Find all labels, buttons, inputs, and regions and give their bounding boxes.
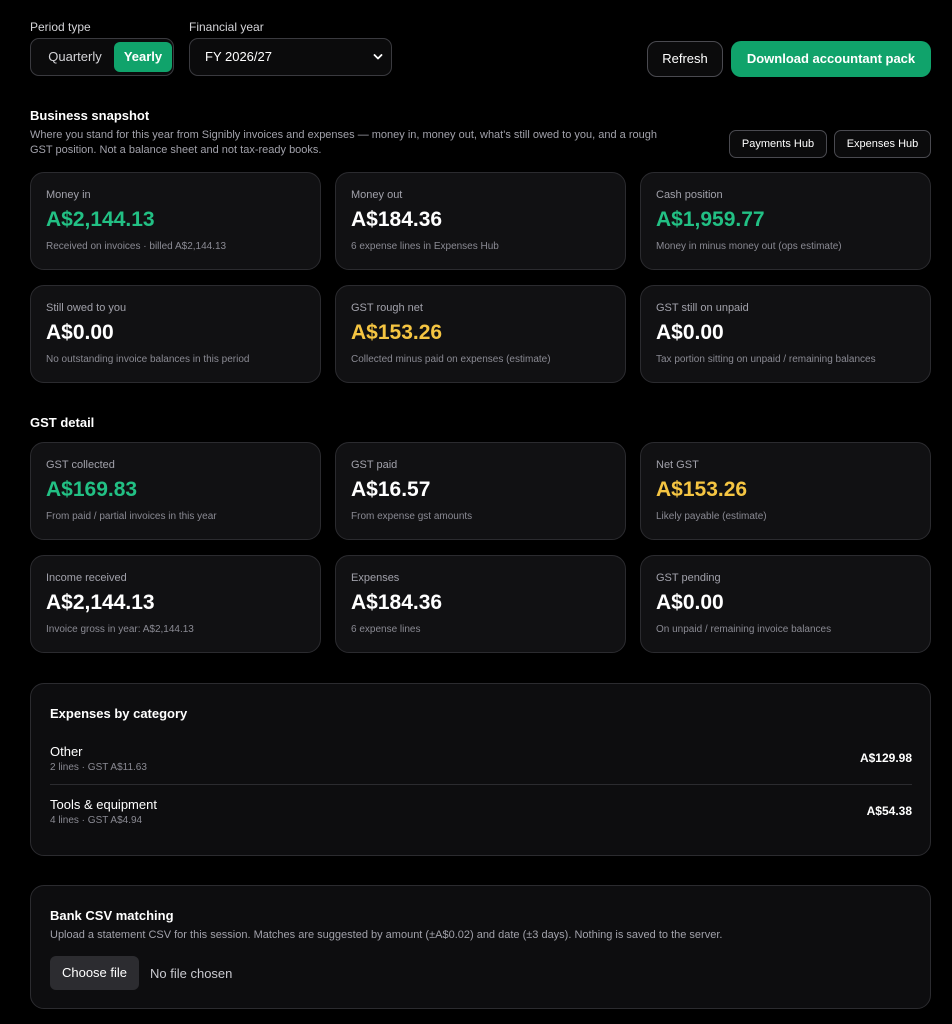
- stat-subtext: Money in minus money out (ops estimate): [656, 241, 842, 252]
- stat-label: Expenses: [351, 572, 400, 584]
- expense-category-row: Tools & equipment 4 lines · GST A$4.94 A…: [50, 797, 912, 837]
- stat-value: A$0.00: [656, 591, 724, 614]
- stat-card-gst-pending: GST pending A$0.00 On unpaid / remaining…: [640, 555, 931, 653]
- stat-value: A$153.26: [656, 478, 748, 501]
- quarterly-option[interactable]: Quarterly: [35, 42, 115, 72]
- stat-value: A$169.83: [46, 478, 138, 501]
- category-amount: A$129.98: [859, 751, 912, 765]
- stat-subtext: No outstanding invoice balances in this …: [46, 354, 250, 365]
- expense-category-row: Other 2 lines · GST A$11.63 A$129.98: [50, 744, 912, 784]
- stat-card-expenses: Expenses A$184.36 6 expense lines: [335, 555, 626, 653]
- stat-card-net-gst: Net GST A$153.26 Likely payable (estimat…: [640, 442, 931, 540]
- business-snapshot-title: Business snapshot: [30, 108, 150, 123]
- stat-subtext: Tax portion sitting on unpaid / remainin…: [656, 354, 876, 365]
- period-type-toggle: Quarterly Yearly: [30, 38, 174, 76]
- financial-year-label: Financial year: [189, 20, 264, 34]
- category-meta: 4 lines · GST A$4.94: [50, 815, 143, 826]
- expenses-hub-button[interactable]: Expenses Hub: [834, 130, 931, 158]
- stat-value: A$0.00: [656, 321, 724, 344]
- stat-card-gst-unpaid: GST still on unpaid A$0.00 Tax portion s…: [640, 285, 931, 383]
- bank-csv-panel: Bank CSV matching Upload a statement CSV…: [30, 885, 931, 1009]
- stat-label: Money out: [351, 189, 403, 201]
- stat-value: A$2,144.13: [46, 591, 155, 614]
- stat-value: A$0.00: [46, 321, 114, 344]
- stat-label: GST rough net: [351, 302, 423, 314]
- file-status: No file chosen: [150, 966, 233, 981]
- expenses-by-category-panel: Expenses by category Other 2 lines · GST…: [30, 683, 931, 856]
- category-name: Other: [50, 744, 83, 759]
- category-meta: 2 lines · GST A$11.63: [50, 762, 147, 773]
- stat-card-gst-collected: GST collected A$169.83 From paid / parti…: [30, 442, 321, 540]
- stat-subtext: On unpaid / remaining invoice balances: [656, 624, 832, 635]
- stat-card-gst-paid: GST paid A$16.57 From expense gst amount…: [335, 442, 626, 540]
- stat-label: GST collected: [46, 459, 115, 471]
- expenses-by-category-title: Expenses by category: [50, 706, 188, 721]
- stat-subtext: From paid / partial invoices in this yea…: [46, 511, 217, 522]
- download-accountant-pack-button[interactable]: Download accountant pack: [731, 41, 931, 77]
- stat-card-cash-position: Cash position A$1,959.77 Money in minus …: [640, 172, 931, 270]
- financial-year-select[interactable]: FY 2026/27: [189, 38, 392, 76]
- stat-value: A$184.36: [351, 208, 443, 231]
- stat-value: A$1,959.77: [656, 208, 765, 231]
- stat-card-money-out: Money out A$184.36 6 expense lines in Ex…: [335, 172, 626, 270]
- stat-label: Still owed to you: [46, 302, 127, 314]
- category-name: Tools & equipment: [50, 797, 157, 812]
- stat-label: Income received: [46, 572, 127, 584]
- yearly-option[interactable]: Yearly: [114, 42, 172, 72]
- stat-label: GST pending: [656, 572, 721, 584]
- category-amount: A$54.38: [866, 804, 912, 818]
- stat-value: A$16.57: [351, 478, 431, 501]
- stat-label: Cash position: [656, 189, 723, 201]
- stat-subtext: Likely payable (estimate): [656, 511, 767, 522]
- stat-card-gst-rough-net: GST rough net A$153.26 Collected minus p…: [335, 285, 626, 383]
- row-divider: [50, 784, 912, 785]
- bank-csv-title: Bank CSV matching: [50, 908, 174, 923]
- stat-subtext: From expense gst amounts: [351, 511, 473, 522]
- stat-subtext: Collected minus paid on expenses (estima…: [351, 354, 551, 365]
- gst-detail-title: GST detail: [30, 415, 95, 430]
- stat-subtext: Received on invoices · billed A$2,144.13: [46, 241, 227, 252]
- stat-value: A$184.36: [351, 591, 443, 614]
- stat-label: GST still on unpaid: [656, 302, 749, 314]
- business-snapshot-description: Where you stand for this year from Signi…: [30, 129, 657, 156]
- stat-card-still-owed: Still owed to you A$0.00 No outstanding …: [30, 285, 321, 383]
- stat-value: A$153.26: [351, 321, 443, 344]
- choose-file-button[interactable]: Choose file: [50, 956, 139, 990]
- stat-subtext: Invoice gross in year: A$2,144.13: [46, 624, 194, 635]
- payments-hub-button[interactable]: Payments Hub: [729, 130, 827, 158]
- stat-subtext: 6 expense lines: [351, 624, 421, 635]
- chevron-down-icon: [373, 54, 383, 60]
- stat-value: A$2,144.13: [46, 208, 155, 231]
- stat-label: Money in: [46, 189, 91, 201]
- stat-label: GST paid: [351, 459, 398, 471]
- stat-subtext: 6 expense lines in Expenses Hub: [351, 241, 499, 252]
- stat-card-money-in: Money in A$2,144.13 Received on invoices…: [30, 172, 321, 270]
- stat-label: Net GST: [656, 459, 699, 471]
- bank-csv-description: Upload a statement CSV for this session.…: [50, 929, 723, 941]
- period-type-label: Period type: [30, 20, 91, 34]
- refresh-button[interactable]: Refresh: [647, 41, 723, 77]
- stat-card-income-received: Income received A$2,144.13 Invoice gross…: [30, 555, 321, 653]
- financial-year-value: FY 2026/27: [205, 49, 272, 64]
